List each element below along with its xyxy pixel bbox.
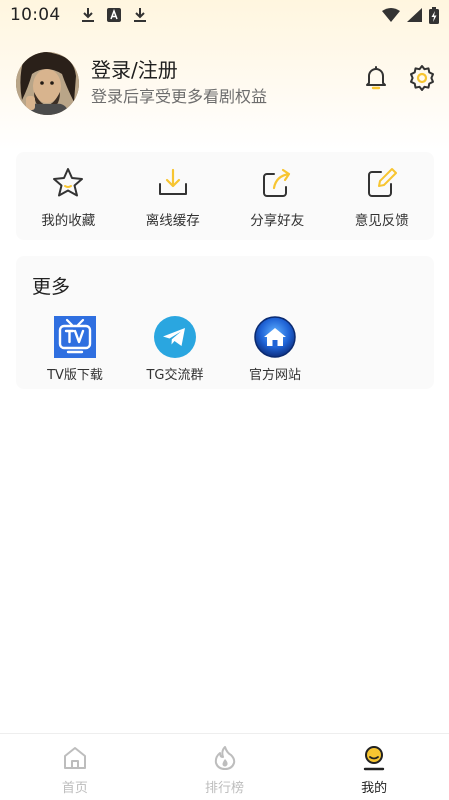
user-icon: [361, 745, 387, 771]
telegram-group-button[interactable]: TG交流群: [125, 316, 225, 383]
status-time: 10:04: [10, 5, 61, 25]
home-icon: [62, 745, 88, 771]
nav-mine-label: 我的: [361, 781, 388, 796]
official-website-label: 官方网站: [248, 368, 301, 383]
nav-ranking[interactable]: 排行榜: [150, 734, 300, 800]
telegram-group-label: TG交流群: [146, 368, 204, 383]
official-website-button[interactable]: 官方网站: [225, 316, 325, 383]
nav-mine[interactable]: 我的: [299, 734, 449, 800]
tv-icon: [54, 316, 96, 358]
battery-charging-icon: [429, 6, 439, 24]
bottom-navigation: 首页 排行榜 我的: [0, 733, 449, 800]
settings-icon[interactable]: [408, 64, 436, 96]
home-globe-icon: [254, 316, 296, 358]
nav-home-label: 首页: [61, 781, 88, 796]
avatar[interactable]: [16, 51, 79, 115]
login-benefit-subtitle: 登录后享受更多看剧权益: [91, 87, 268, 106]
quick-actions-card: 我的收藏 离线缓存 分享好友 意见反馈: [16, 152, 434, 240]
login-register-title[interactable]: 登录/注册: [91, 57, 267, 83]
tv-download-label: TV版下载: [47, 368, 103, 383]
profile-header[interactable]: 登录/注册 登录后享受更多看剧权益: [16, 50, 436, 116]
bell-icon[interactable]: [362, 64, 390, 96]
tv-download-button[interactable]: TV版下载: [25, 316, 125, 383]
signal-icon: [407, 8, 422, 22]
share-icon: [260, 166, 294, 200]
feedback-button[interactable]: 意见反馈: [330, 152, 435, 240]
font-a-icon: [106, 8, 121, 22]
offline-cache-label: 离线缓存: [145, 213, 200, 229]
favorites-button[interactable]: 我的收藏: [16, 152, 121, 240]
download-icon: [81, 7, 95, 23]
share-friends-button[interactable]: 分享好友: [225, 152, 330, 240]
flame-icon: [212, 745, 238, 771]
nav-home[interactable]: 首页: [0, 734, 150, 800]
status-bar: 10:04: [0, 0, 449, 30]
offline-cache-button[interactable]: 离线缓存: [121, 152, 226, 240]
favorites-label: 我的收藏: [41, 213, 96, 229]
download-icon: [133, 7, 147, 23]
edit-icon: [365, 166, 399, 200]
telegram-icon: [154, 316, 196, 358]
wifi-icon: [382, 8, 400, 22]
feedback-label: 意见反馈: [354, 213, 409, 229]
download-tray-icon: [156, 166, 190, 200]
more-section-title: 更多: [32, 276, 71, 298]
nav-ranking-label: 排行榜: [205, 781, 245, 796]
more-card: 更多 TV版下载 TG交流群 官方网站: [16, 256, 434, 389]
star-icon: [51, 166, 85, 200]
share-friends-label: 分享好友: [250, 213, 305, 229]
